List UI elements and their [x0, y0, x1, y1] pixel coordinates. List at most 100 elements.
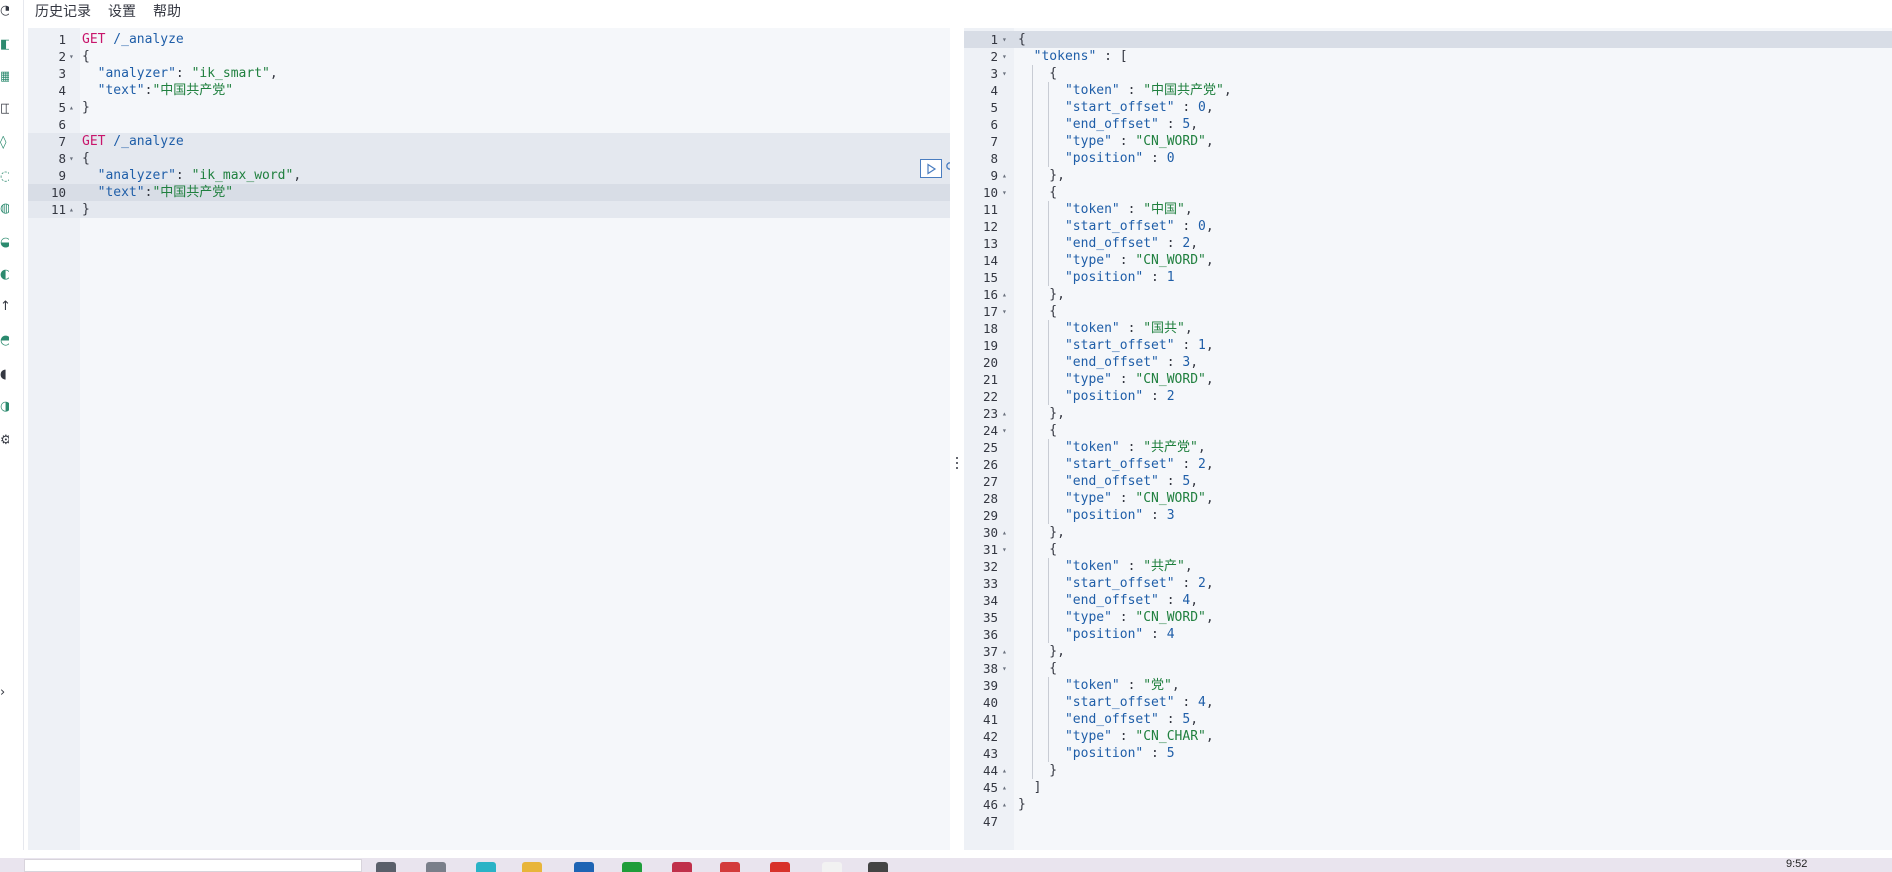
code-token: { — [1018, 542, 1058, 557]
code-text: } — [1018, 762, 1057, 779]
line-number: 47 — [982, 814, 998, 829]
fold-toggle-icon[interactable]: ▾ — [1002, 184, 1007, 201]
fold-toggle-icon[interactable]: ▴ — [1002, 286, 1007, 303]
code-token: : — [1111, 253, 1136, 268]
code-token: : — [1143, 508, 1167, 523]
nav-icon-canvas[interactable]: ◊ — [0, 136, 9, 150]
taskbar-taskview-icon[interactable] — [426, 862, 446, 872]
fold-toggle-icon[interactable]: ▾ — [1002, 541, 1007, 558]
code-token: "CN_WORD" — [1135, 610, 1206, 625]
taskbar-search-box[interactable] — [24, 859, 362, 872]
response-line: 26 "start_offset" : 2, — [964, 456, 1892, 473]
taskbar-app4-icon[interactable] — [822, 862, 842, 872]
fold-toggle-icon[interactable]: ▾ — [69, 150, 74, 167]
code-text: { — [1018, 31, 1026, 48]
nav-icon-discover[interactable]: ◧ — [0, 38, 9, 52]
code-token: , — [1171, 678, 1180, 693]
taskbar-excel-icon[interactable] — [622, 862, 642, 872]
request-editor[interactable]: 1 GET /_analyze 2 ▾{3 "analyzer": "ik_smart… — [28, 28, 961, 850]
code-token: 5 — [1166, 746, 1175, 761]
taskbar-cortana-icon[interactable] — [376, 862, 396, 872]
code-token: : — [1111, 491, 1136, 506]
fold-toggle-icon[interactable]: ▴ — [1002, 524, 1007, 541]
line-number: 1 — [58, 32, 66, 47]
response-line: 31 ▾ { — [964, 541, 1892, 558]
fold-toggle-icon[interactable]: ▾ — [1002, 422, 1007, 439]
taskbar-app2-icon[interactable] — [672, 862, 692, 872]
code-text: "token" : "国共", — [1018, 320, 1193, 337]
response-line: 44 ▴ } — [964, 762, 1892, 779]
fold-toggle-icon[interactable]: ▾ — [1002, 303, 1007, 320]
line-number: 2 — [990, 49, 998, 64]
line-number: 42 — [982, 729, 998, 744]
fold-toggle-icon[interactable]: ▴ — [1002, 796, 1007, 813]
fold-toggle-icon[interactable]: ▴ — [1002, 167, 1007, 184]
fold-toggle-icon[interactable]: ▾ — [69, 48, 74, 65]
line-number: 21 — [982, 372, 998, 387]
code-token: } — [1018, 763, 1058, 778]
taskbar-terminal-icon[interactable] — [868, 862, 888, 872]
response-line: 36 "position" : 4 — [964, 626, 1892, 643]
nav-icon-devtools[interactable]: ◖ — [0, 368, 9, 382]
line-number: 4 — [58, 83, 66, 98]
nav-icon-visualize[interactable]: ▦ — [0, 70, 9, 84]
line-number: 6 — [58, 117, 66, 132]
taskbar-edge-icon[interactable] — [476, 862, 496, 872]
fold-toggle-icon[interactable]: ▾ — [1002, 48, 1007, 65]
taskbar-app-icon[interactable] — [574, 862, 594, 872]
nav-icon-logs[interactable]: ◐ — [0, 268, 9, 282]
response-line: 7 "type" : "CN_WORD", — [964, 133, 1892, 150]
line-number: 38 — [982, 661, 998, 676]
code-token: "token" — [1018, 202, 1120, 217]
fold-toggle-icon[interactable]: ▾ — [1002, 31, 1007, 48]
fold-toggle-icon[interactable]: ▴ — [69, 201, 74, 218]
code-text: "end_offset" : 4, — [1018, 592, 1198, 609]
nav-icon-clock[interactable]: ◔ — [0, 4, 9, 18]
nav-icon-maps[interactable]: ◌ — [0, 170, 9, 184]
request-code-lines[interactable]: 1 GET /_analyze 2 ▾{3 "analyzer": "ik_smart… — [28, 31, 950, 218]
nav-icon-uptime[interactable]: ◓ — [0, 334, 9, 348]
response-viewer[interactable]: 1 ▾ {2 ▾ "tokens" : [3 ▾ {4 "token" : "中国共产党… — [964, 28, 1892, 850]
taskbar-chrome-icon[interactable] — [720, 862, 740, 872]
fold-toggle-icon[interactable]: ▴ — [1002, 762, 1007, 779]
side-nav-strip: ◔ ◧ ▦ ◫ ◊ ◌ ◍ ◒ ◐ ↑ ◓ ◖ ◑ ⚙ › — [0, 0, 24, 850]
taskbar-explorer-icon[interactable] — [522, 862, 542, 872]
menu-help[interactable]: 帮助 — [142, 2, 187, 22]
code-token: : — [1119, 440, 1144, 455]
taskbar-app3-icon[interactable] — [770, 862, 790, 872]
nav-icon-apm[interactable]: ↑ — [0, 300, 9, 314]
line-number: 46 — [982, 797, 998, 812]
code-token: "国共" — [1143, 321, 1185, 336]
code-token: , — [1205, 372, 1214, 387]
fold-toggle-icon[interactable]: ▴ — [1002, 779, 1007, 796]
code-token: { — [1018, 185, 1058, 200]
code-token: GET — [82, 32, 106, 47]
taskbar-clock[interactable]: 9:52 — [1786, 858, 1807, 870]
nav-icon-collapse[interactable]: › — [0, 686, 9, 700]
code-token: : — [1158, 117, 1183, 132]
menu-history[interactable]: 历史记录 — [24, 2, 97, 22]
pane-resizer[interactable] — [950, 28, 964, 850]
code-text: { — [1018, 65, 1057, 82]
code-token: , — [269, 66, 278, 81]
run-request-button[interactable] — [920, 159, 942, 178]
code-token: } — [82, 202, 90, 217]
line-number: 12 — [982, 219, 998, 234]
nav-icon-dashboard[interactable]: ◫ — [0, 102, 9, 116]
code-text: "tokens" : [ — [1018, 48, 1128, 65]
menu-settings[interactable]: 设置 — [97, 2, 142, 22]
nav-icon-monitoring[interactable]: ◑ — [0, 400, 9, 414]
fold-toggle-icon[interactable]: ▾ — [1002, 65, 1007, 82]
nav-icon-ml[interactable]: ◍ — [0, 202, 9, 216]
fold-toggle-icon[interactable]: ▾ — [1002, 660, 1007, 677]
code-token: : — [1158, 593, 1183, 608]
nav-icon-infra[interactable]: ◒ — [0, 236, 9, 250]
fold-toggle-icon[interactable]: ▴ — [1002, 643, 1007, 660]
fold-toggle-icon[interactable]: ▴ — [1002, 405, 1007, 422]
nav-icon-management[interactable]: ⚙ — [0, 434, 9, 448]
code-text: "token" : "中国", — [1018, 201, 1193, 218]
code-token: "CN_CHAR" — [1135, 729, 1206, 744]
response-line: 39 "token" : "党", — [964, 677, 1892, 694]
line-number: 3 — [990, 66, 998, 81]
fold-toggle-icon[interactable]: ▴ — [69, 99, 74, 116]
